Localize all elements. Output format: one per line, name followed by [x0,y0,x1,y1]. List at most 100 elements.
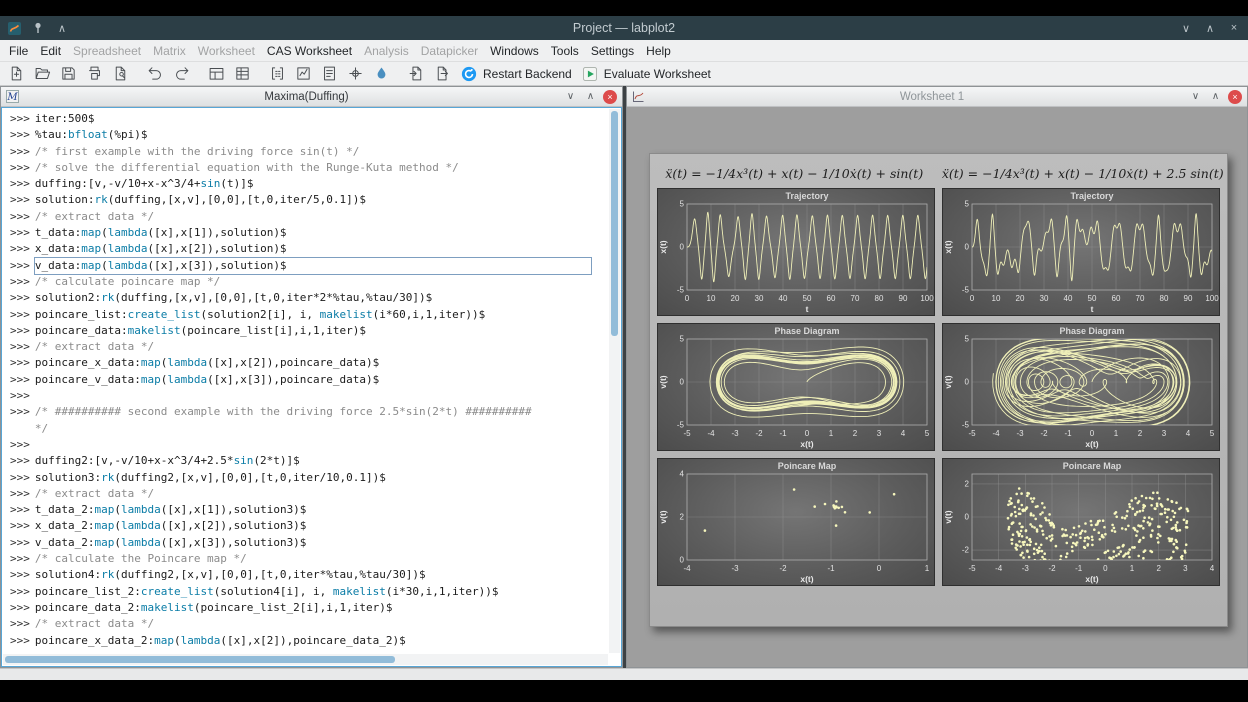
pin-icon[interactable] [30,20,46,36]
console-line[interactable]: >>>/* first example with the driving for… [10,144,608,160]
console-code[interactable]: solution2:rk(duffing,[x,v],[0,0],[t,0,it… [35,291,432,304]
console-line[interactable]: >>>v_data:map(lambda([x],x[3]),solution)… [10,258,608,274]
console-line[interactable]: >>> [10,388,608,404]
console-code[interactable]: solution:rk(duffing,[x,v],[0,0],[t,0,ite… [35,193,366,206]
save-button[interactable] [56,63,81,85]
console-code[interactable]: poincare_list_2:create_list(solution4[i]… [35,585,499,598]
console-line[interactable]: >>>poincare_list_2:create_list(solution4… [10,584,608,600]
cas-minimize-icon[interactable]: ∨ [563,89,578,104]
console-code[interactable]: /* calculate the Poincare map */ [35,552,247,565]
console-line[interactable]: >>> [10,437,608,453]
worksheet-minimize-icon[interactable]: ∨ [1188,89,1203,104]
console-vertical-scrollbar[interactable] [609,109,620,653]
cas-window-titlebar[interactable]: M Maxima(Duffing) ∨ ∧ × [1,87,622,107]
new-spreadsheet-button[interactable] [230,63,255,85]
cas-close-icon[interactable]: × [603,90,617,104]
console-vertical-scrollbar-thumb[interactable] [611,111,618,336]
console-line[interactable]: >>>poincare_data:makelist(poincare_list[… [10,323,608,339]
console-line[interactable]: */ [10,421,608,437]
console-line[interactable]: >>>poincare_x_data:map(lambda([x],x[2]),… [10,355,608,371]
console-code[interactable]: x_data:map(lambda([x],x[2]),solution)$ [35,242,287,255]
new-workbook-button[interactable] [204,63,229,85]
console-line[interactable]: >>>/* calculate the Poincare map */ [10,551,608,567]
console-line[interactable]: >>>t_data:map(lambda([x],x[1]),solution)… [10,225,608,241]
new-document-button[interactable] [4,63,29,85]
worksheet-window-titlebar[interactable]: Worksheet 1 ∨ ∧ × [627,87,1247,107]
console-code[interactable]: /* extract data */ [35,617,154,630]
console-line[interactable]: >>>duffing2:[v,-v/10+x-x^3/4+2.5*sin(2*t… [10,453,608,469]
restart-backend-button[interactable]: Restart Backend [456,63,576,85]
console-code[interactable]: /* solve the differential equation with … [35,161,459,174]
console-code[interactable]: /* extract data */ [35,340,154,353]
plot-phase-diagram-2[interactable]: Phase Diagram-5-4-3-2-1012345-505x(t)v(t… [942,323,1220,451]
menu-item-file[interactable]: File [3,41,34,61]
console-line[interactable]: >>>x_data_2:map(lambda([x],x[2]),solutio… [10,518,608,534]
console-line[interactable]: >>>poincare_list:create_list(solution2[i… [10,307,608,323]
console-code[interactable]: v_data:map(lambda([x],x[3]),solution)$ [35,258,591,274]
console-line[interactable]: >>>solution4:rk(duffing2,[x,v],[0,0],[t,… [10,567,608,583]
menu-item-cas-worksheet[interactable]: CAS Worksheet [261,41,358,61]
new-worksheet-button[interactable] [291,63,316,85]
console-line[interactable]: >>>poincare_v_data:map(lambda([x],x[3]),… [10,372,608,388]
maximize-icon[interactable]: ∧ [1202,20,1218,36]
redo-button[interactable] [169,63,194,85]
console-line[interactable]: >>>poincare_x_data_2:map(lambda([x],x[2]… [10,633,608,649]
console-code[interactable]: poincare_data_2:makelist(poincare_list_2… [35,601,393,614]
cas-maximize-icon[interactable]: ∧ [583,89,598,104]
console-line[interactable]: >>>iter:500$ [10,111,608,127]
console-line[interactable]: >>>v_data_2:map(lambda([x],x[3]),solutio… [10,535,608,551]
close-icon[interactable]: × [1226,20,1242,36]
evaluate-worksheet-button[interactable]: Evaluate Worksheet [577,63,715,85]
console-code[interactable]: v_data_2:map(lambda([x],x[3]),solution3)… [35,536,307,549]
menu-item-help[interactable]: Help [640,41,677,61]
color-picker-button[interactable] [369,63,394,85]
console-code[interactable]: solution3:rk(duffing2,[x,v],[0,0],[t,0,i… [35,471,386,484]
console-line[interactable]: >>>solution:rk(duffing,[x,v],[0,0],[t,0,… [10,192,608,208]
console-code[interactable]: iter:500$ [35,112,95,125]
console-code[interactable]: x_data_2:map(lambda([x],x[2]),solution3)… [35,519,307,532]
window-titlebar[interactable]: ∧ Project — labplot2 ∨ ∧ × [0,16,1248,40]
undo-button[interactable] [143,63,168,85]
console-code[interactable]: t_data_2:map(lambda([x],x[1]),solution3)… [35,503,307,516]
cas-console[interactable]: >>>iter:500$>>>%tau:bfloat(%pi)$>>>/* fi… [3,109,608,653]
worksheet-maximize-icon[interactable]: ∧ [1208,89,1223,104]
export-data-button[interactable] [430,63,455,85]
plot-phase-diagram-1[interactable]: Phase Diagram-5-4-3-2-1012345-505x(t)v(t… [657,323,935,451]
plot-poincare-map-1[interactable]: Poincare Map-4-3-2-101024x(t)v(t) [657,458,935,586]
worksheet-close-icon[interactable]: × [1228,90,1242,104]
new-datapicker-button[interactable] [343,63,368,85]
console-code[interactable]: %tau:bfloat(%pi)$ [35,128,148,141]
worksheet-page[interactable]: ẍ(t) = −1/4x³(t) + x(t) − 1/10ẋ(t) + sin… [649,153,1228,627]
console-code[interactable]: poincare_v_data:map(lambda([x],x[3]),poi… [35,373,379,386]
shade-icon[interactable]: ∧ [54,20,70,36]
console-code[interactable]: /* extract data */ [35,210,154,223]
console-code[interactable]: /* calculate poincare map */ [35,275,220,288]
minimize-icon[interactable]: ∨ [1178,20,1194,36]
cas-worksheet-window[interactable]: M Maxima(Duffing) ∨ ∧ × >>>iter:500$>>>%… [0,86,623,668]
console-code[interactable]: */ [35,422,48,435]
plot-poincare-map-2[interactable]: Poincare Map-5-4-3-2-101234-202x(t)v(t) [942,458,1220,586]
console-code[interactable]: poincare_x_data:map(lambda([x],x[2]),poi… [35,356,379,369]
console-code[interactable]: duffing2:[v,-v/10+x-x^3/4+2.5*sin(2*t)]$ [35,454,300,467]
console-line[interactable]: >>>solution3:rk(duffing2,[x,v],[0,0],[t,… [10,470,608,486]
console-horizontal-scrollbar[interactable] [3,654,608,665]
console-code[interactable]: poincare_data:makelist(poincare_list[i],… [35,324,366,337]
menu-item-tools[interactable]: Tools [545,41,585,61]
console-line[interactable]: >>>duffing:[v,-v/10+x-x^3/4+sin(t)]$ [10,176,608,192]
import-data-button[interactable] [404,63,429,85]
console-code[interactable]: /* ########## second example with the dr… [35,405,532,418]
console-line[interactable]: >>>x_data:map(lambda([x],x[2]),solution)… [10,241,608,257]
console-line[interactable]: >>>/* extract data */ [10,616,608,632]
app-icon[interactable] [6,20,22,36]
console-code[interactable]: /* extract data */ [35,487,154,500]
menu-item-settings[interactable]: Settings [585,41,640,61]
console-horizontal-scrollbar-thumb[interactable] [5,656,395,663]
new-note-button[interactable] [317,63,342,85]
worksheet-view[interactable]: ẍ(t) = −1/4x³(t) + x(t) − 1/10ẋ(t) + sin… [627,107,1247,667]
console-line[interactable]: >>>/* extract data */ [10,486,608,502]
new-matrix-button[interactable] [265,63,290,85]
console-code[interactable]: solution4:rk(duffing2,[x,v],[0,0],[t,0,i… [35,568,426,581]
menu-item-edit[interactable]: Edit [34,41,67,61]
open-file-button[interactable] [30,63,55,85]
print-preview-button[interactable] [108,63,133,85]
